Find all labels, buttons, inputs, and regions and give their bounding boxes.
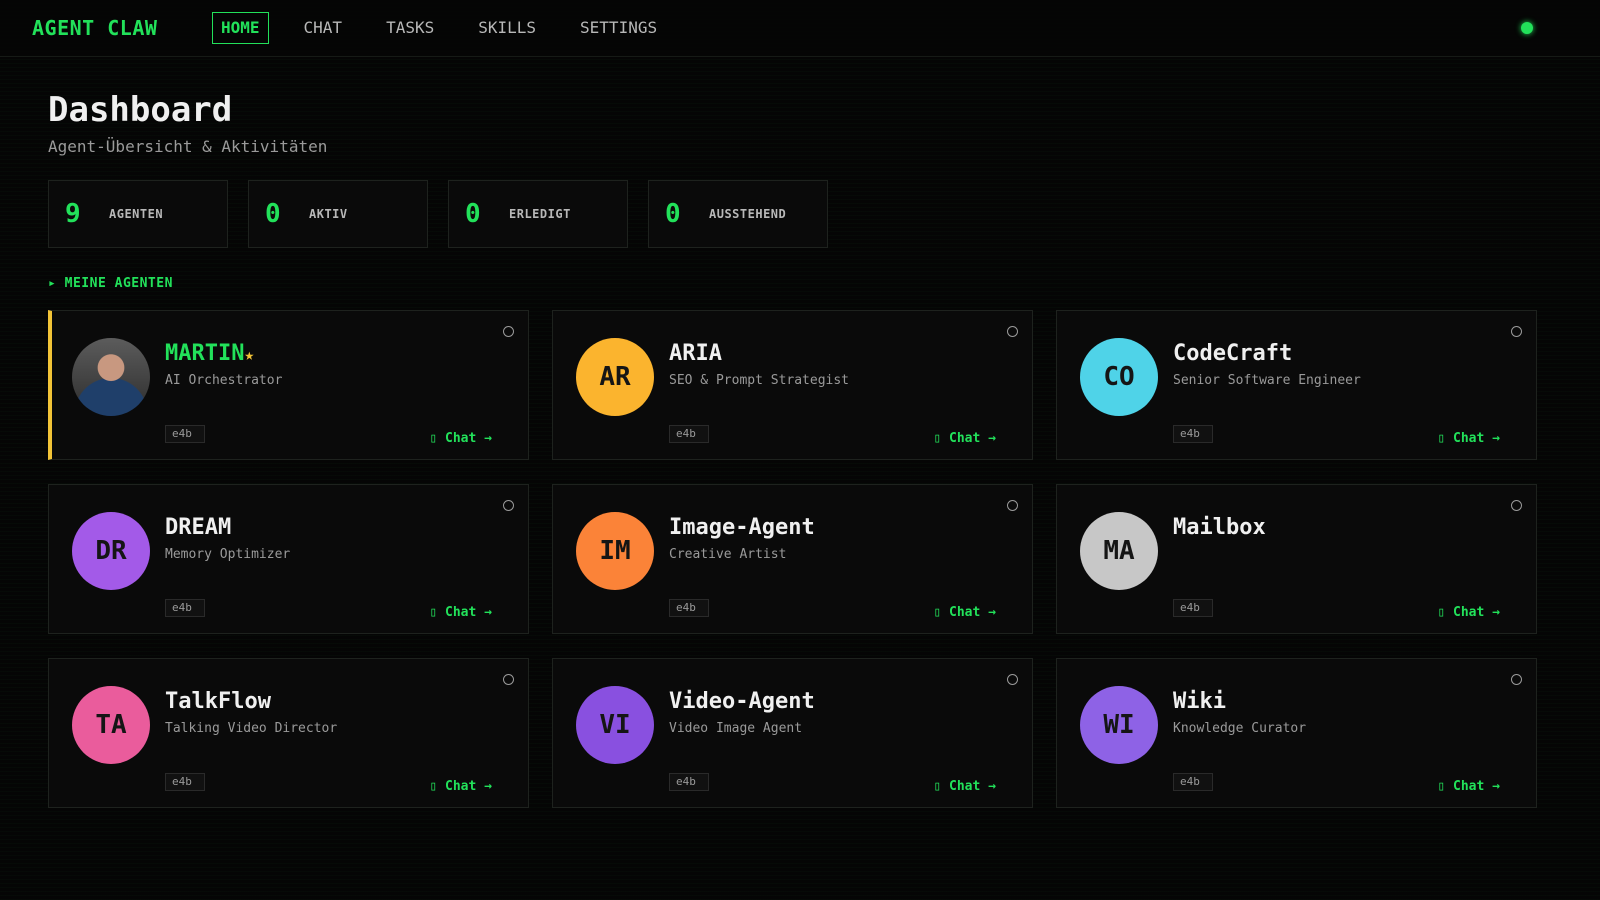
stat-value: 0 (265, 199, 281, 229)
chat-button[interactable]: ▯ Chat → (1437, 779, 1500, 794)
agent-role: Senior Software Engineer (1173, 373, 1361, 388)
avatar: WI (1080, 686, 1158, 764)
stat-label: AUSSTEHEND (709, 207, 787, 221)
agent-name: TalkFlow (165, 689, 271, 714)
agent-role: Knowledge Curator (1173, 721, 1307, 736)
chat-button[interactable]: ▯ Chat → (429, 431, 492, 446)
model-badge: e4b (165, 425, 205, 443)
agent-role: Memory Optimizer (165, 547, 291, 562)
status-indicator-icon (1511, 326, 1522, 337)
stat-card-pending: 0 AUSSTEHEND (648, 180, 828, 248)
nav-item-tasks[interactable]: TASKS (377, 12, 443, 44)
model-badge: e4b (1173, 425, 1213, 443)
agent-name: Mailbox (1173, 515, 1266, 540)
connection-status-dot (1521, 22, 1533, 34)
agent-name: Wiki (1173, 689, 1226, 714)
model-badge: e4b (669, 773, 709, 791)
stats-row: 9 AGENTEN 0 AKTIV 0 ERLEDIGT 0 AUSSTEHEN… (48, 180, 828, 248)
chat-button[interactable]: ▯ Chat → (429, 779, 492, 794)
chat-button[interactable]: ▯ Chat → (429, 605, 492, 620)
agent-role: SEO & Prompt Strategist (669, 373, 850, 388)
model-badge: e4b (669, 425, 709, 443)
agent-card[interactable]: TA TalkFlow Talking Video Director e4b ▯… (48, 658, 529, 808)
avatar (72, 338, 150, 416)
agent-role: Talking Video Director (165, 721, 338, 736)
stat-label: AGENTEN (109, 207, 164, 221)
agent-card[interactable]: DR DREAM Memory Optimizer e4b ▯ Chat → (48, 484, 529, 634)
page-title: Dashboard (48, 90, 233, 130)
model-badge: e4b (165, 773, 205, 791)
status-indicator-icon (1511, 500, 1522, 511)
agent-role: Video Image Agent (669, 721, 803, 736)
chat-button[interactable]: ▯ Chat → (933, 779, 996, 794)
agent-card[interactable]: MA Mailbox e4b ▯ Chat → (1056, 484, 1537, 634)
status-indicator-icon (1007, 674, 1018, 685)
chat-button[interactable]: ▯ Chat → (1437, 431, 1500, 446)
avatar: MA (1080, 512, 1158, 590)
status-indicator-icon (1511, 674, 1522, 685)
agent-name: CodeCraft (1173, 341, 1293, 366)
agent-name: Video-Agent (669, 689, 815, 714)
status-indicator-icon (503, 674, 514, 685)
avatar: AR (576, 338, 654, 416)
model-badge: e4b (669, 599, 709, 617)
avatar: DR (72, 512, 150, 590)
stat-label: AKTIV (309, 207, 348, 221)
stat-card-agents: 9 AGENTEN (48, 180, 228, 248)
stat-card-active: 0 AKTIV (248, 180, 428, 248)
star-icon: ★ (244, 345, 255, 364)
agent-name: ARIA (669, 341, 722, 366)
agent-card[interactable]: MARTIN★ AI Orchestrator e4b ▯ Chat → (48, 310, 529, 460)
agent-card[interactable]: VI Video-Agent Video Image Agent e4b ▯ C… (552, 658, 1033, 808)
stat-value: 0 (665, 199, 681, 229)
main-nav: HOME CHAT TASKS SKILLS SETTINGS (212, 12, 692, 44)
model-badge: e4b (1173, 773, 1213, 791)
agent-grid: MARTIN★ AI Orchestrator e4b ▯ Chat → AR … (48, 310, 1537, 808)
avatar: VI (576, 686, 654, 764)
agent-name-text: MARTIN (165, 341, 245, 366)
chat-button[interactable]: ▯ Chat → (933, 605, 996, 620)
agent-role: AI Orchestrator (165, 373, 283, 388)
model-badge: e4b (1173, 599, 1213, 617)
brand-logo[interactable]: AGENT CLAW (32, 16, 157, 40)
status-indicator-icon (1007, 500, 1018, 511)
avatar: IM (576, 512, 654, 590)
agent-card[interactable]: IM Image-Agent Creative Artist e4b ▯ Cha… (552, 484, 1033, 634)
agent-name: MARTIN★ (165, 341, 254, 366)
agent-card[interactable]: WI Wiki Knowledge Curator e4b ▯ Chat → (1056, 658, 1537, 808)
avatar: TA (72, 686, 150, 764)
stat-card-done: 0 ERLEDIGT (448, 180, 628, 248)
chat-button[interactable]: ▯ Chat → (1437, 605, 1500, 620)
top-navbar: AGENT CLAW HOME CHAT TASKS SKILLS SETTIN… (0, 0, 1600, 57)
status-indicator-icon (1007, 326, 1018, 337)
chat-button[interactable]: ▯ Chat → (933, 431, 996, 446)
avatar: CO (1080, 338, 1158, 416)
nav-item-home[interactable]: HOME (212, 12, 269, 44)
nav-item-settings[interactable]: SETTINGS (571, 12, 666, 44)
status-indicator-icon (503, 500, 514, 511)
nav-item-skills[interactable]: SKILLS (469, 12, 545, 44)
stat-value: 9 (65, 199, 81, 229)
model-badge: e4b (165, 599, 205, 617)
status-indicator-icon (503, 326, 514, 337)
agent-role: Creative Artist (669, 547, 787, 562)
agent-card[interactable]: AR ARIA SEO & Prompt Strategist e4b ▯ Ch… (552, 310, 1033, 460)
agent-name: DREAM (165, 515, 232, 540)
agent-name: Image-Agent (669, 515, 815, 540)
nav-item-chat[interactable]: CHAT (295, 12, 352, 44)
stat-value: 0 (465, 199, 481, 229)
agent-card[interactable]: CO CodeCraft Senior Software Engineer e4… (1056, 310, 1537, 460)
section-title-my-agents: ▸ MEINE AGENTEN (48, 276, 173, 291)
page-subtitle: Agent-Übersicht & Aktivitäten (48, 137, 328, 156)
stat-label: ERLEDIGT (509, 207, 571, 221)
